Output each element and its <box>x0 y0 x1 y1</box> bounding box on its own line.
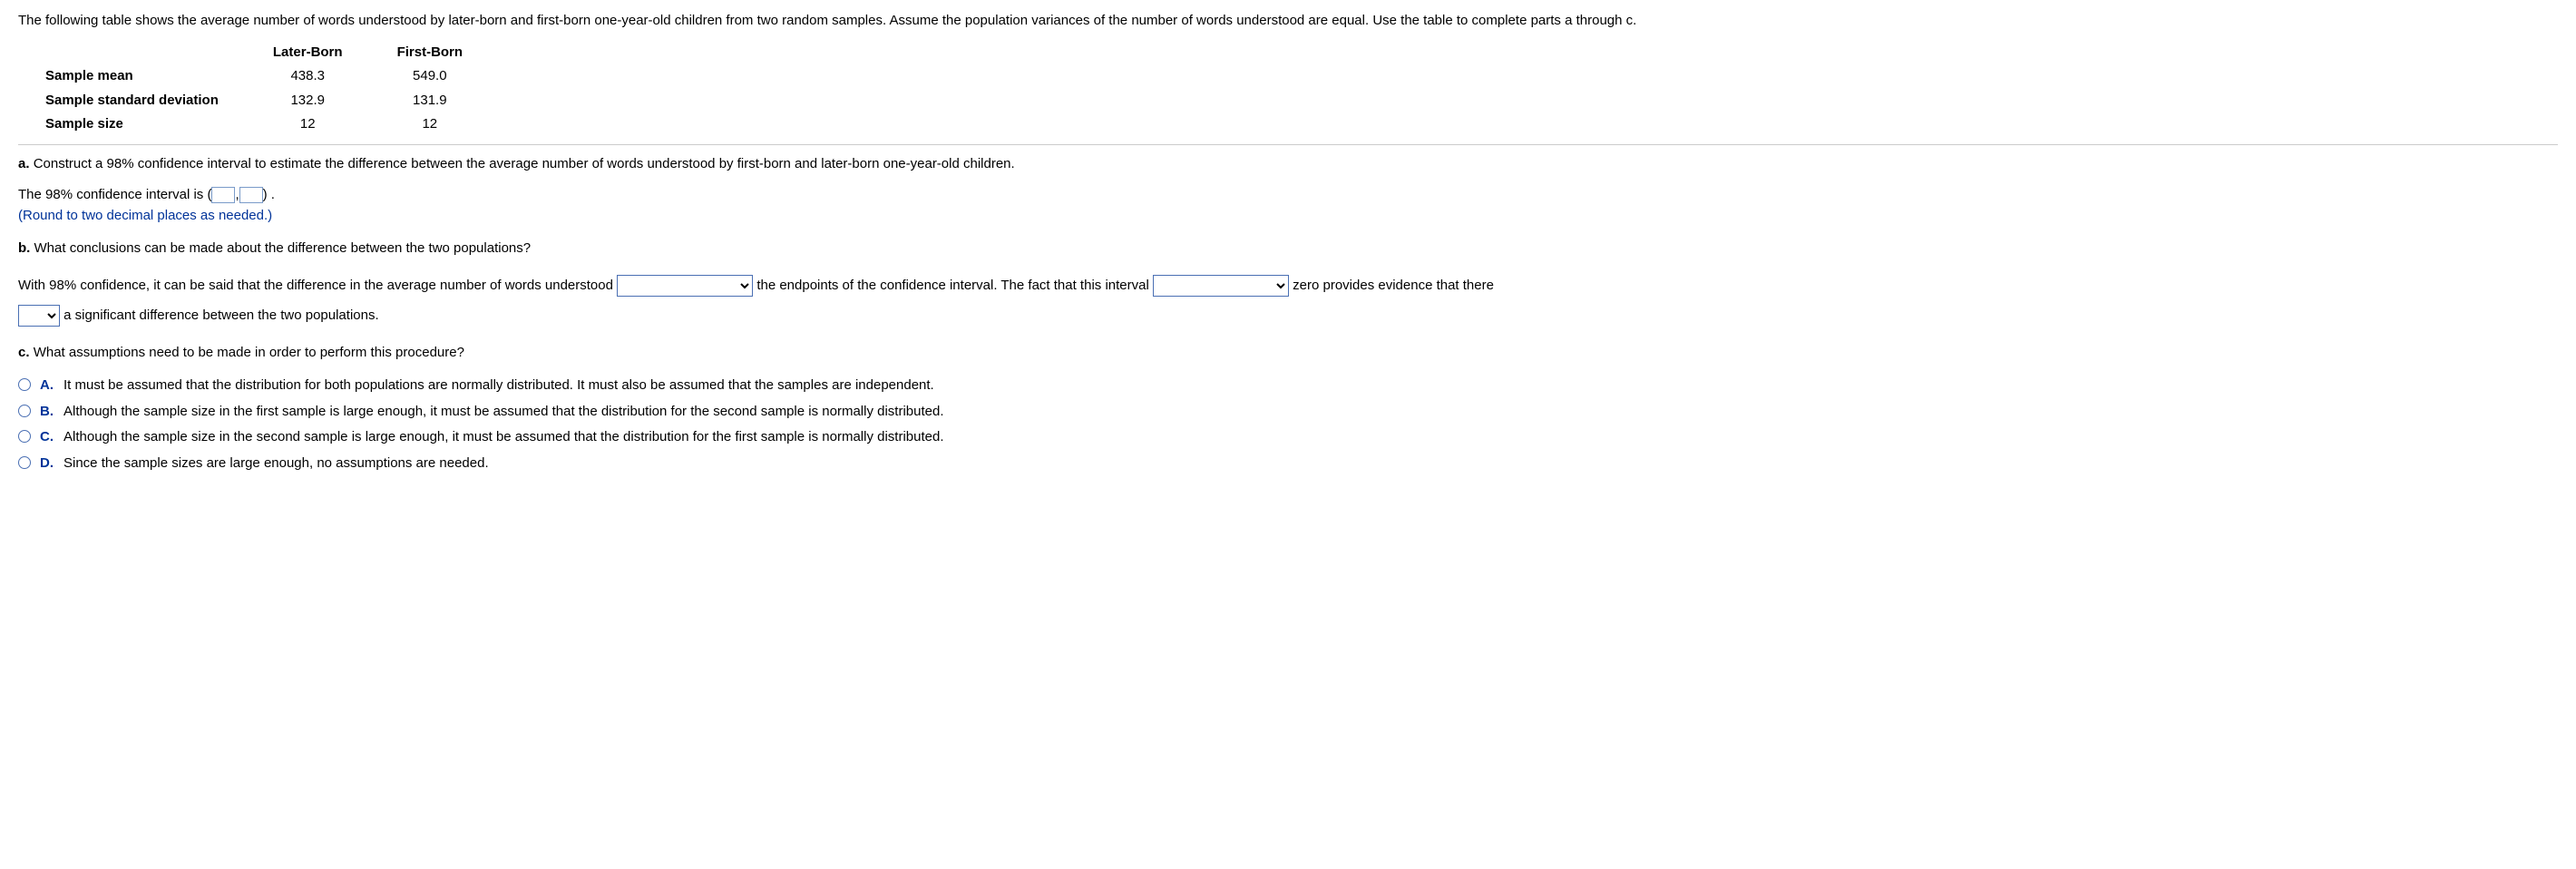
row-label: Sample standard deviation <box>45 89 246 113</box>
part-b-label: b. <box>18 240 30 256</box>
option-d[interactable]: D. Since the sample sizes are large enou… <box>18 454 2558 474</box>
radio-icon[interactable] <box>18 405 31 417</box>
conclusion-seg4: a significant difference between the two… <box>63 308 378 323</box>
part-c: c. What assumptions need to be made in o… <box>18 343 2558 474</box>
conclusion-seg1: With 98% confidence, it can be said that… <box>18 278 613 293</box>
problem-intro: The following table shows the average nu… <box>18 11 2558 32</box>
round-note: (Round to two decimal places as needed.) <box>18 206 2558 227</box>
cell-value: 132.9 <box>246 89 370 113</box>
table-header-firstborn: First-Born <box>370 41 491 65</box>
radio-icon[interactable] <box>18 430 31 443</box>
table-row: Sample standard deviation 132.9 131.9 <box>45 89 490 113</box>
option-text: Since the sample sizes are large enough,… <box>63 454 2558 474</box>
radio-icon[interactable] <box>18 378 31 391</box>
part-c-text: What assumptions need to be made in orde… <box>34 345 464 360</box>
radio-icon[interactable] <box>18 456 31 469</box>
data-table: Later-Born First-Born Sample mean 438.3 … <box>45 41 490 137</box>
table-header-blank <box>45 41 246 65</box>
part-a: a. Construct a 98% confidence interval t… <box>18 154 2558 227</box>
cell-value: 12 <box>370 112 491 137</box>
ci-prefix: The 98% confidence interval is <box>18 187 203 202</box>
cell-value: 438.3 <box>246 64 370 89</box>
dropdown-2[interactable] <box>1153 275 1289 297</box>
option-a[interactable]: A. It must be assumed that the distribut… <box>18 376 2558 396</box>
divider <box>18 144 2558 145</box>
table-row: Sample size 12 12 <box>45 112 490 137</box>
dropdown-3[interactable] <box>18 305 60 327</box>
part-b-text: What conclusions can be made about the d… <box>34 240 532 256</box>
row-label: Sample size <box>45 112 246 137</box>
part-a-text: Construct a 98% confidence interval to e… <box>34 156 1015 171</box>
part-a-label: a. <box>18 156 30 171</box>
table-row: Sample mean 438.3 549.0 <box>45 64 490 89</box>
option-letter: D. <box>40 454 56 474</box>
close-paren: ) <box>263 187 268 202</box>
option-text: Although the sample size in the second s… <box>63 427 2558 448</box>
conclusion-seg2: the endpoints of the confidence interval… <box>756 278 1149 293</box>
period: . <box>271 187 275 202</box>
row-label: Sample mean <box>45 64 246 89</box>
option-b[interactable]: B. Although the sample size in the first… <box>18 402 2558 423</box>
option-text: It must be assumed that the distribution… <box>63 376 2558 396</box>
dropdown-1[interactable] <box>617 275 753 297</box>
cell-value: 549.0 <box>370 64 491 89</box>
conclusion-seg3: zero provides evidence that there <box>1293 278 1494 293</box>
cell-value: 12 <box>246 112 370 137</box>
option-c[interactable]: C. Although the sample size in the secon… <box>18 427 2558 448</box>
option-letter: A. <box>40 376 56 396</box>
ci-lower-input[interactable] <box>211 187 235 203</box>
option-text: Although the sample size in the first sa… <box>63 402 2558 423</box>
table-header-laterborn: Later-Born <box>246 41 370 65</box>
cell-value: 131.9 <box>370 89 491 113</box>
option-letter: C. <box>40 427 56 448</box>
part-c-label: c. <box>18 345 30 360</box>
part-b: b. What conclusions can be made about th… <box>18 239 2558 330</box>
option-letter: B. <box>40 402 56 423</box>
ci-upper-input[interactable] <box>239 187 263 203</box>
